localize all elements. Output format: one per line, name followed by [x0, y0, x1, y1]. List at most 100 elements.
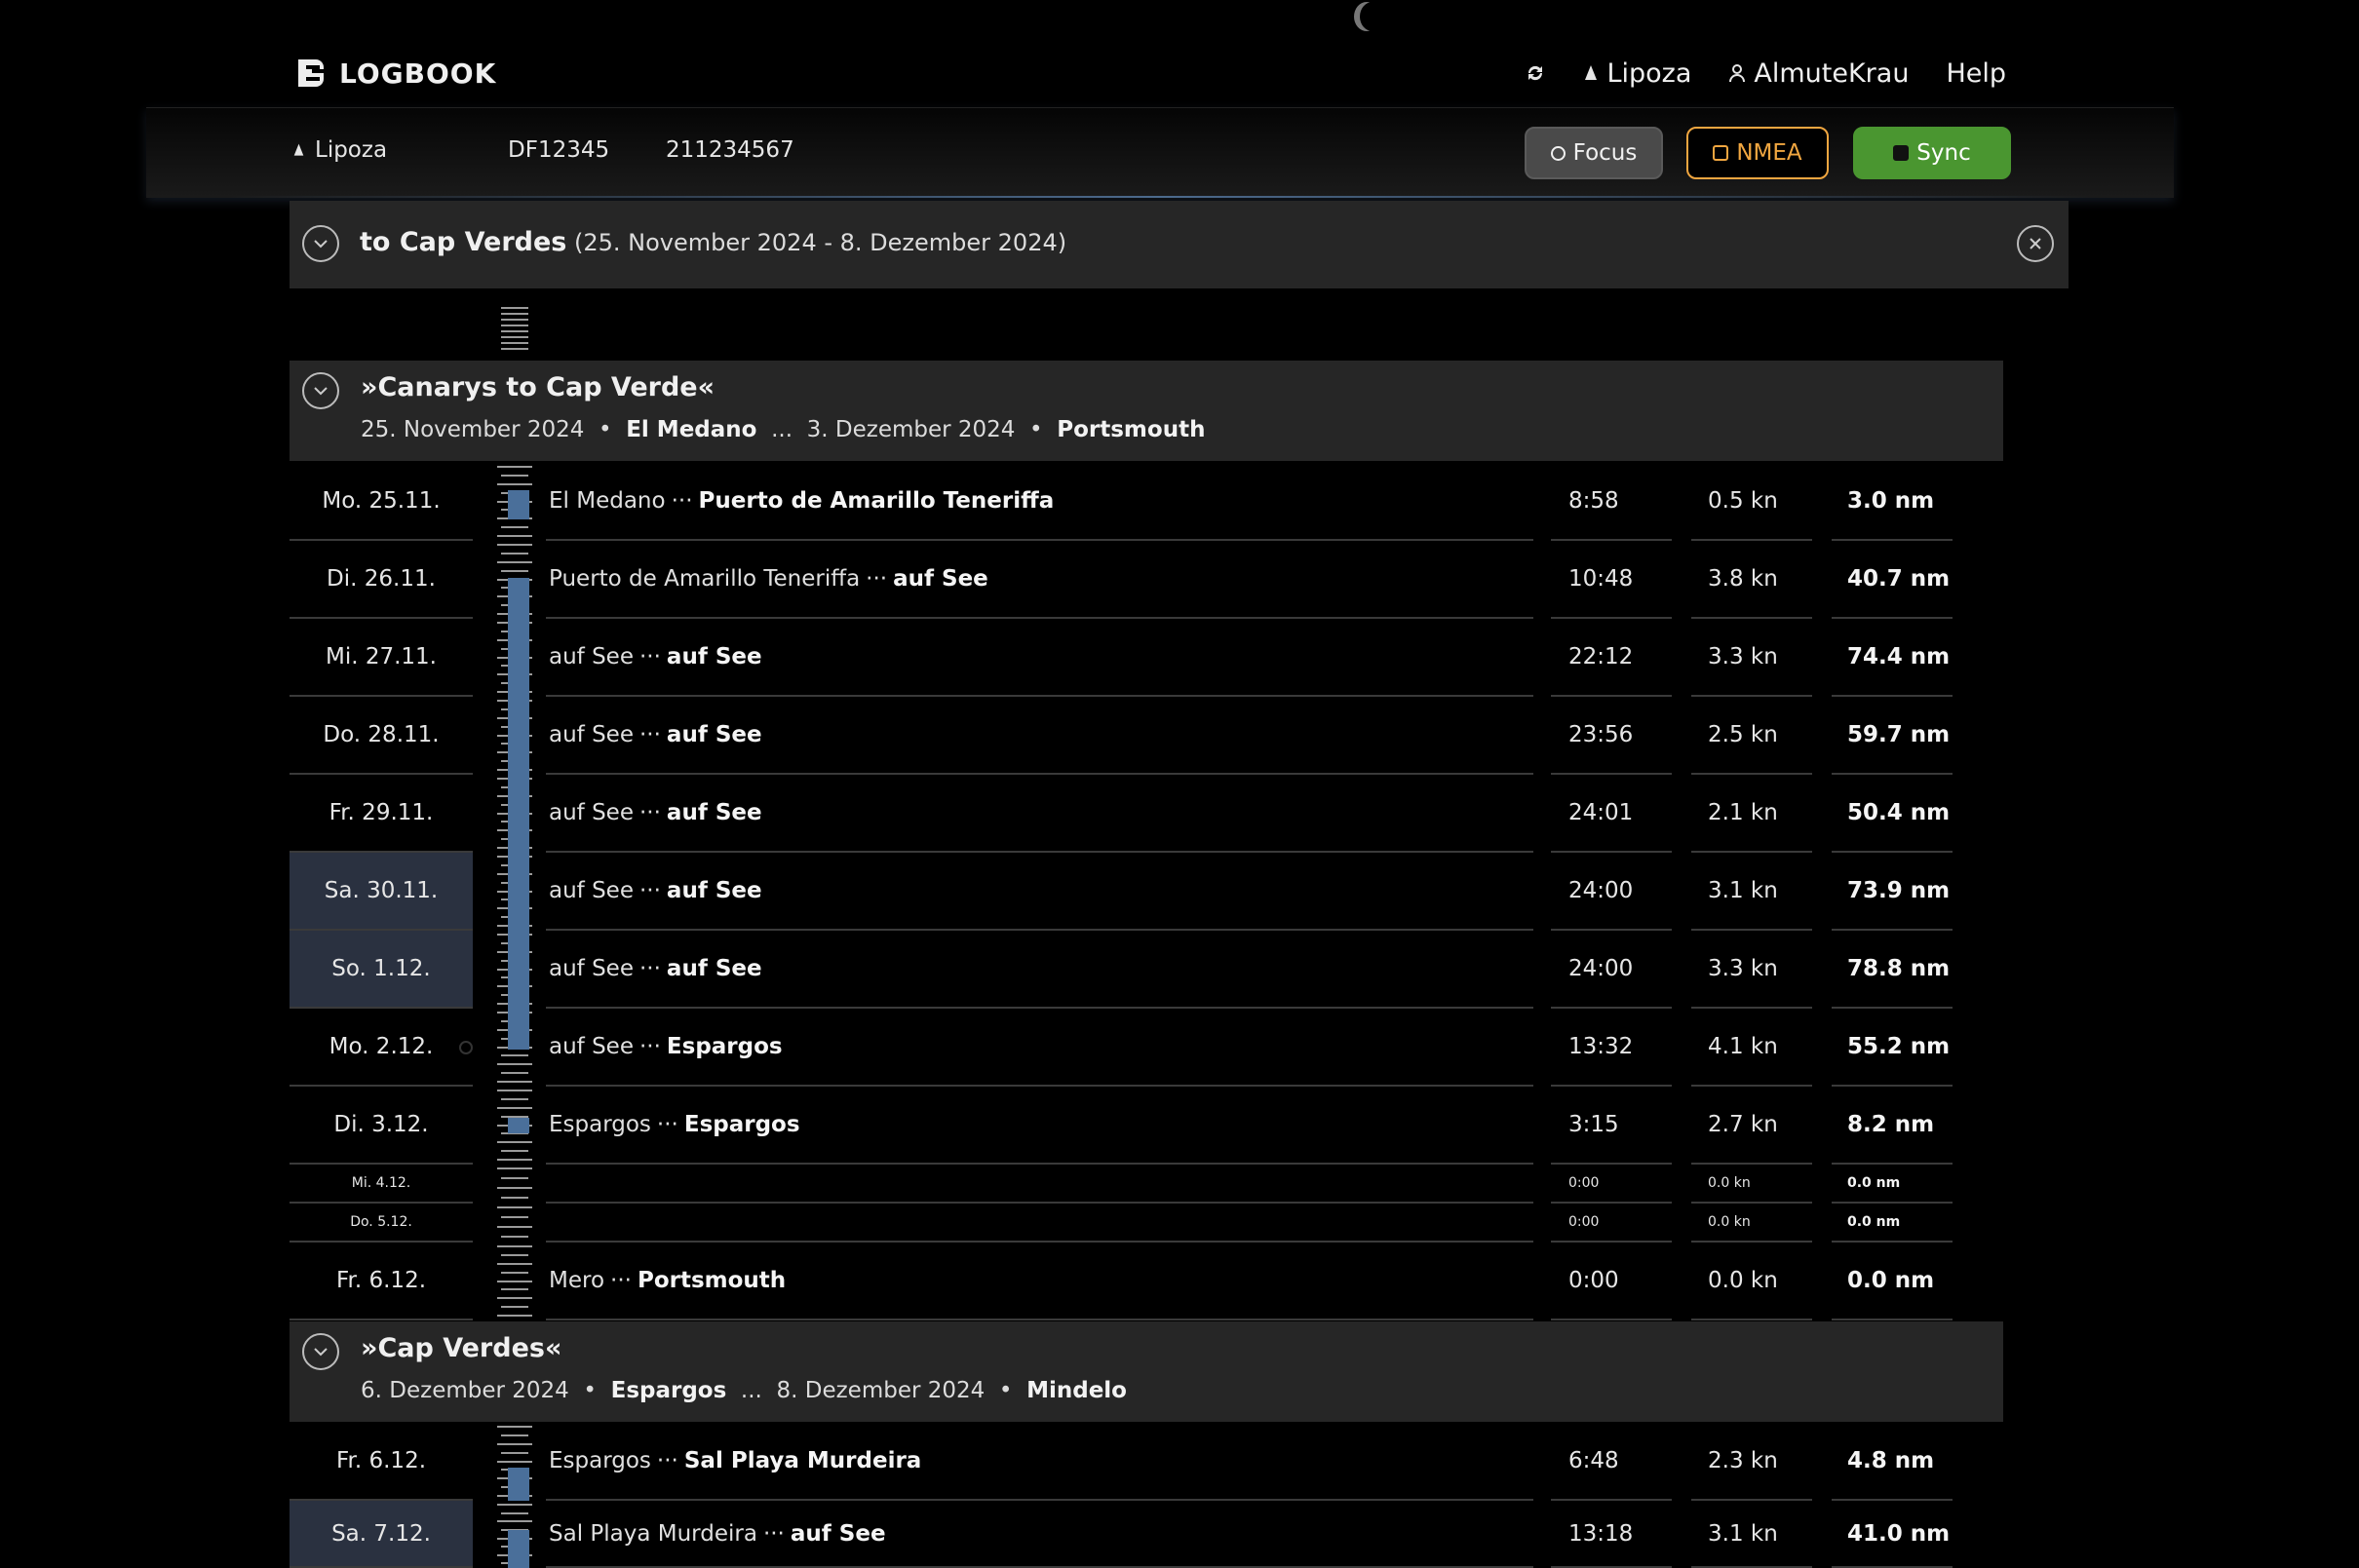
sailboat-icon	[293, 143, 304, 156]
timeline-tick	[501, 569, 528, 572]
timeline-tick	[501, 1177, 528, 1179]
route-cell[interactable]: auf See ··· Espargos	[546, 1009, 1533, 1087]
route-from: auf See	[549, 878, 634, 903]
timeline-tick	[497, 1280, 532, 1282]
day-label: Mi. 4.12.	[290, 1165, 473, 1204]
trip-close-button[interactable]	[2017, 225, 2054, 262]
distance-cell: 4.8 nm	[1832, 1423, 1953, 1501]
route-to: auf See	[666, 956, 762, 981]
speed-cell: 2.1 kn	[1691, 775, 1812, 853]
speed-cell: 0.5 kn	[1691, 463, 1812, 541]
duration-cell: 13:18	[1551, 1501, 1672, 1568]
day-label: Fr. 6.12.	[290, 1423, 473, 1501]
app-logo[interactable]: LOGBOOK	[292, 54, 496, 93]
timeline-bar	[508, 775, 529, 853]
day-label: Sa. 30.11.	[290, 853, 473, 931]
route-cell[interactable]: Sal Playa Murdeira ··· auf See	[546, 1501, 1533, 1568]
segment-collapse-button[interactable]	[302, 372, 339, 409]
timeline-tick	[501, 1451, 528, 1454]
day-label: Sa. 7.12.	[290, 1501, 473, 1568]
app-name: LOGBOOK	[339, 57, 497, 90]
route-from: Sal Playa Murdeira	[549, 1520, 757, 1547]
timeline-tick	[501, 336, 528, 338]
boat-name: Lipoza	[315, 137, 388, 163]
log-day-row[interactable]: Do. 5.12. 0:00 0.0 kn 0.0 nm	[290, 1204, 2005, 1243]
route-to: Espargos	[683, 1112, 800, 1137]
route-to: auf See	[893, 566, 988, 592]
log-day-row[interactable]: Mi. 4.12. 0:00 0.0 kn 0.0 nm	[290, 1165, 2005, 1204]
day-timeline	[492, 619, 532, 697]
speed-cell: 2.7 kn	[1691, 1087, 1812, 1165]
sync-button[interactable]: Sync	[1853, 127, 2011, 179]
log-day-row[interactable]: Di. 26.11. Puerto de Amarillo Teneriffa ··…	[290, 541, 2005, 619]
route-to: auf See	[790, 1520, 886, 1547]
refresh-button[interactable]	[1525, 62, 1546, 84]
timeline-tick	[497, 1081, 532, 1084]
speed-cell: 3.1 kn	[1691, 1501, 1812, 1568]
log-day-row[interactable]: Do. 28.11. auf See ··· auf See 23:56 2.5 kn 59…	[290, 697, 2005, 775]
duration-cell: 24:00	[1551, 853, 1672, 931]
log-day-row[interactable]: Fr. 6.12. Mero ··· Portsmouth 0:00 0.0 kn 0.0 …	[290, 1243, 2005, 1320]
log-day-row[interactable]: Sa. 30.11. auf See ··· auf See 24:00 3.1 kn 73…	[290, 853, 2005, 931]
focus-button[interactable]: Focus	[1525, 127, 1663, 179]
timeline-tick	[497, 1297, 532, 1300]
route-cell[interactable]: auf See ··· auf See	[546, 619, 1533, 697]
nav-user-link[interactable]: AlmuteKrau	[1728, 58, 1909, 89]
nav-boat-label: Lipoza	[1606, 57, 1692, 89]
speed-cell: 2.5 kn	[1691, 697, 1812, 775]
duration-cell: 6:48	[1551, 1423, 1672, 1501]
timeline-handle[interactable]	[459, 1041, 473, 1054]
route-cell[interactable]: Mero ··· Portsmouth	[546, 1243, 1533, 1320]
route-cell[interactable]: Espargos ··· Espargos	[546, 1087, 1533, 1165]
log-day-row[interactable]: Di. 3.12. Espargos ··· Espargos 3:15 2.7 kn 8.…	[290, 1087, 2005, 1165]
distance-cell: 0.0 nm	[1832, 1243, 1953, 1320]
route-cell[interactable]: Espargos ··· Sal Playa Murdeira	[546, 1423, 1533, 1501]
log-day-row[interactable]: Sa. 7.12. Sal Playa Murdeira ··· auf See 13:…	[290, 1501, 2005, 1568]
nav-help-link[interactable]: Help	[1946, 58, 2006, 89]
log-day-row[interactable]: Fr. 29.11. auf See ··· auf See 24:01 2.1 kn 50…	[290, 775, 2005, 853]
boat-info: Lipoza	[292, 137, 387, 163]
sync-label: Sync	[1916, 140, 1971, 166]
route-cell[interactable]: Puerto de Amarillo Teneriffa ··· auf See	[546, 541, 1533, 619]
route-cell[interactable]: auf See ··· auf See	[546, 853, 1533, 931]
nmea-button[interactable]: NMEA	[1686, 127, 1829, 179]
refresh-icon	[1528, 65, 1543, 81]
timeline-tick	[497, 1206, 532, 1208]
log-day-row[interactable]: Fr. 6.12. Espargos ··· Sal Playa Murdeira 6:…	[290, 1423, 2005, 1501]
route-from: El Medano	[549, 488, 666, 514]
nav-boat-link[interactable]: Lipoza	[1583, 58, 1691, 89]
day-timeline	[492, 853, 532, 931]
route-cell[interactable]: El Medano ··· Puerto de Amarillo Teneriffa	[546, 463, 1533, 541]
day-timeline	[492, 1501, 532, 1568]
route-cell[interactable]	[546, 1165, 1533, 1204]
timeline-bar	[508, 1009, 529, 1050]
day-timeline	[492, 1204, 532, 1243]
route-cell[interactable]	[546, 1204, 1533, 1243]
day-timeline	[492, 541, 532, 619]
timeline-tick	[501, 1271, 528, 1274]
log-day-row[interactable]: So. 1.12. auf See ··· auf See 24:00 3.3 kn 78.…	[290, 931, 2005, 1009]
log-day-row[interactable]: Mo. 2.12. auf See ··· Espargos 13:32 4.1 kn 55…	[290, 1009, 2005, 1087]
timeline-tick	[497, 1167, 532, 1169]
square-icon	[1713, 145, 1729, 161]
route-cell[interactable]: auf See ··· auf See	[546, 775, 1533, 853]
distance-cell: 50.4 nm	[1832, 775, 1953, 853]
route-separator: ···	[638, 722, 661, 747]
trip-collapse-button[interactable]	[302, 225, 339, 262]
speed-cell: 3.3 kn	[1691, 619, 1812, 697]
circle-icon	[1550, 145, 1566, 161]
duration-cell: 0:00	[1551, 1165, 1672, 1204]
route-from: Mero	[549, 1268, 605, 1293]
route-separator: ···	[610, 1268, 632, 1293]
log-day-row[interactable]: Mo. 25.11. El Medano ··· Puerto de Amarillo…	[290, 463, 2005, 541]
segment-collapse-button[interactable]	[302, 1333, 339, 1370]
day-timeline	[492, 1243, 532, 1320]
trip-dates: (25. November 2024 - 8. Dezember 2024)	[574, 229, 1067, 256]
route-cell[interactable]: auf See ··· auf See	[546, 697, 1533, 775]
focus-label: Focus	[1572, 140, 1638, 166]
route-cell[interactable]: auf See ··· auf See	[546, 931, 1533, 1009]
day-timeline	[492, 931, 532, 1009]
timeline-tick	[497, 482, 532, 485]
log-day-row[interactable]: Mi. 27.11. auf See ··· auf See 22:12 3.3 kn 74…	[290, 619, 2005, 697]
distance-cell: 74.4 nm	[1832, 619, 1953, 697]
